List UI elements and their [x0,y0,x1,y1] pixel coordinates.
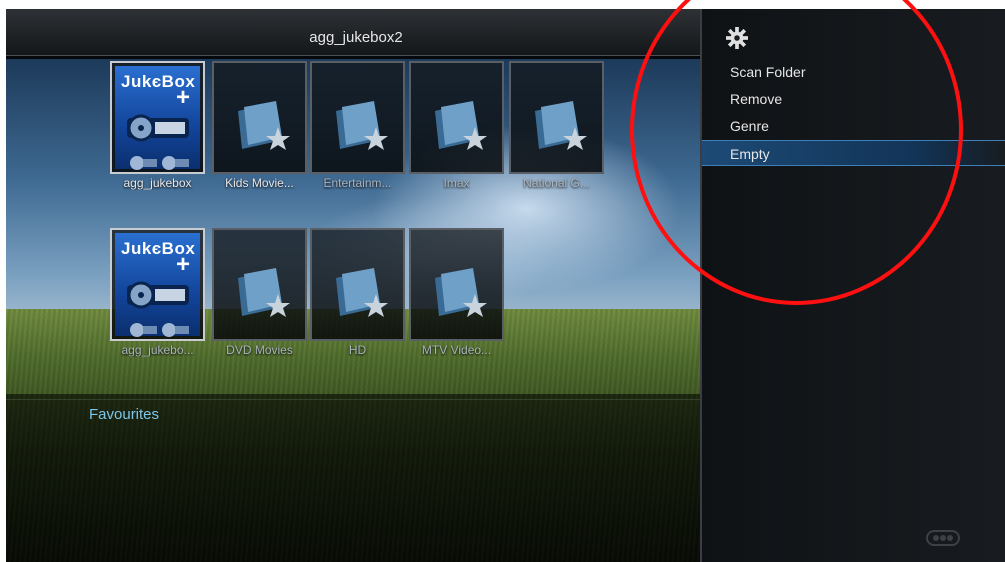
menu-item-genre[interactable]: Genre [702,113,1005,139]
tile-national-geographic[interactable]: National G... [509,61,604,199]
tile-thumbnail [310,61,405,174]
tile-thumbnail [409,61,504,174]
tile-label: agg_jukebo... [121,343,194,357]
tile-hd[interactable]: HD [310,228,405,366]
tile-label: Kids Movie... [225,176,294,190]
tile-thumbnail [212,228,307,341]
tile-label: National G... [523,176,590,190]
tile-thumbnail: JukєBox + [110,61,205,174]
section-divider [6,399,706,400]
jukebox-plus-text: + [175,251,190,278]
film-reel-icon [127,114,189,142]
tile-thumbnail [409,228,504,341]
folder-star-icon [435,101,487,150]
media-center-screen: agg_jukebox2 JukєBox + agg_jukebox Kids … [6,9,1005,562]
tile-label: HD [348,343,367,357]
menu-item-scan-folder[interactable]: Scan Folder [702,59,1005,85]
reels-icon [130,156,189,170]
folder-star-icon [238,268,290,317]
tile-label: agg_jukebox [123,176,192,190]
jukebox-icon: JukєBox + [115,233,200,337]
menu-item-empty[interactable]: Empty [702,140,1005,166]
folder-star-icon [336,268,388,317]
tile-label: DVD Movies [226,343,293,357]
tile-label: MTV Video... [421,343,492,357]
tile-imax[interactable]: Imax [409,61,504,199]
tile-thumbnail [212,61,307,174]
page-title: agg_jukebox2 [309,29,403,46]
tile-thumbnail: JukєBox + [110,228,205,341]
tile-entertainment[interactable]: Entertainm... [310,61,405,199]
tile-dvd-movies[interactable]: DVD Movies [212,228,307,366]
folder-star-icon [535,101,587,150]
tile-thumbnail [310,228,405,341]
top-bar: agg_jukebox2 [6,9,706,56]
folder-star-icon [336,101,388,150]
folder-star-icon [435,268,487,317]
tile-agg-jukebox2[interactable]: JukєBox + agg_jukebo... [110,228,205,366]
tile-kids-movies[interactable]: Kids Movie... [212,61,307,199]
context-menu-panel: Scan Folder Remove Genre Empty [700,9,1005,562]
tile-label: Imax [443,176,470,190]
favourites-heading[interactable]: Favourites [89,406,159,423]
tile-thumbnail [509,61,604,174]
tile-label: Entertainm... [323,176,392,190]
film-reel-icon [127,281,189,309]
jukebox-plus-text: + [175,84,190,111]
tile-agg-jukebox[interactable]: JukєBox + agg_jukebox [110,61,205,199]
folder-star-icon [238,101,290,150]
menu-item-remove[interactable]: Remove [702,86,1005,112]
reels-icon [130,323,189,337]
remote-icon [926,530,960,546]
tile-mtv-videos[interactable]: MTV Video... [409,228,504,366]
gear-icon [726,27,748,49]
jukebox-icon: JukєBox + [115,66,200,170]
